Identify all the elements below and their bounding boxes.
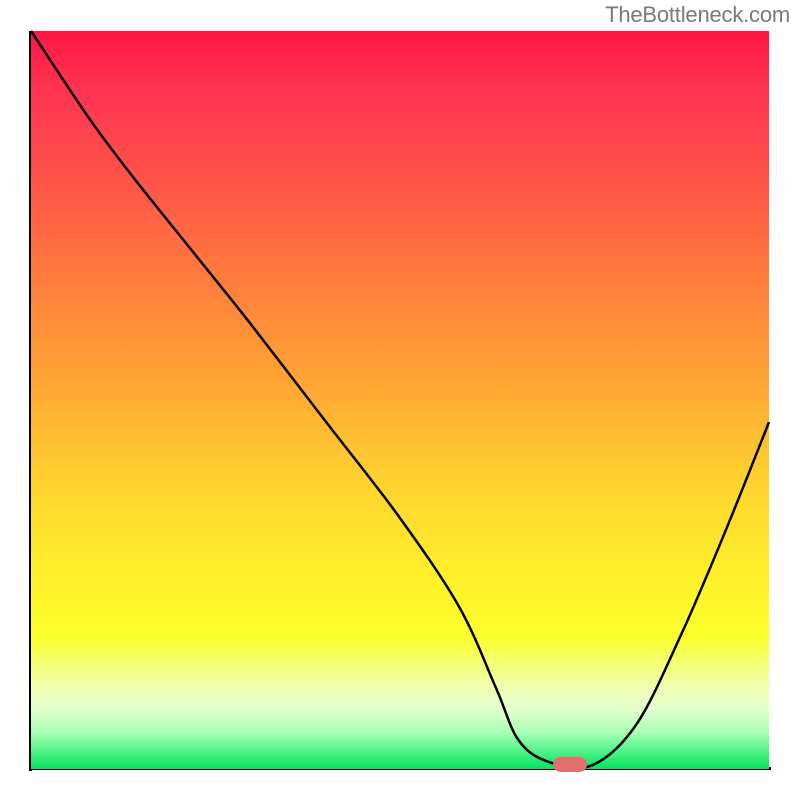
watermark-text: TheBottleneck.com [605, 2, 790, 28]
chart-area [31, 31, 769, 769]
optimum-marker [553, 757, 587, 772]
bottleneck-curve [31, 31, 769, 769]
